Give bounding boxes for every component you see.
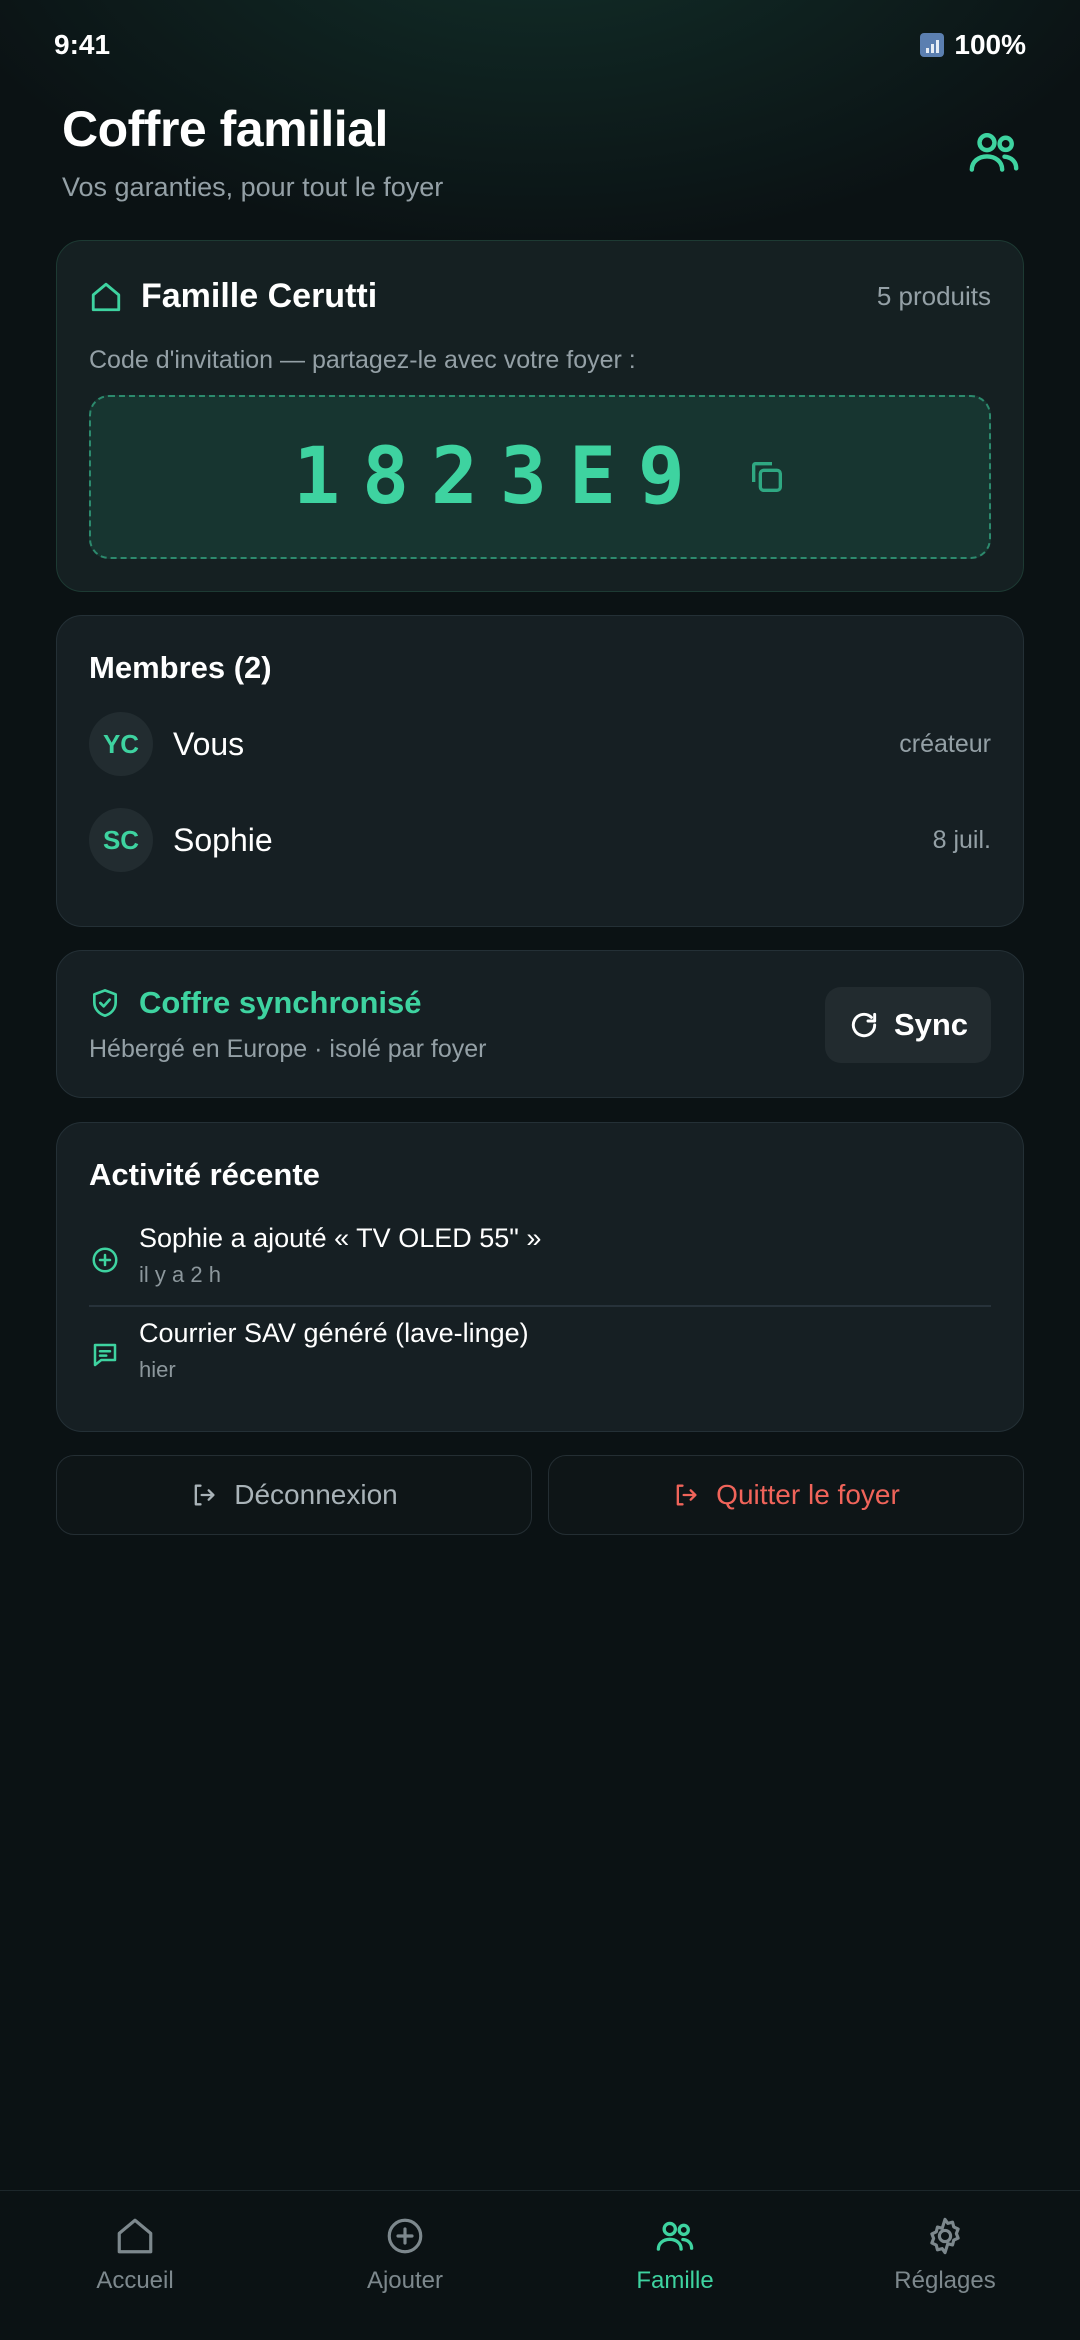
member-row[interactable]: SC Sophie 8 juil. <box>89 807 991 873</box>
tab-reglages[interactable]: Réglages <box>810 2191 1080 2340</box>
status-right: 100% <box>920 29 1026 61</box>
divider <box>89 1305 991 1307</box>
sync-subtitle: Hébergé en Europe · isolé par foyer <box>89 1035 487 1063</box>
tab-label: Accueil <box>96 2267 174 2294</box>
member-name: Sophie <box>173 821 273 858</box>
invite-code: 1823E9 <box>293 432 707 522</box>
status-bar: 9:41 100% <box>0 0 1080 90</box>
page-subtitle: Vos garanties, pour tout le foyer <box>62 172 444 202</box>
tab-accueil[interactable]: Accueil <box>0 2191 270 2340</box>
tab-ajouter[interactable]: Ajouter <box>270 2191 540 2340</box>
activity-time: hier <box>139 1357 176 1382</box>
status-time: 9:41 <box>54 29 111 60</box>
member-name: Vous <box>173 725 245 762</box>
family-card: Famille Cerutti 5 produits Code d'invita… <box>56 240 1024 592</box>
activity-item[interactable]: Courrier SAV généré (lave-linge) hier <box>89 1318 991 1398</box>
activity-text: Sophie a ajouté « TV OLED 55" » il y a 2… <box>139 1223 541 1288</box>
logout-icon <box>194 1484 215 1506</box>
activity-description: Courrier SAV généré (lave-linge) <box>139 1318 529 1348</box>
shield-check-icon <box>93 989 117 1017</box>
sync-button-label: Sync <box>893 1007 969 1042</box>
tab-label: Ajouter <box>366 2267 444 2294</box>
activity-item[interactable]: Sophie a ajouté « TV OLED 55" » il y a 2… <box>89 1223 991 1303</box>
tab-label: Réglages <box>894 2267 996 2294</box>
tab-famille[interactable]: Famille <box>540 2191 810 2340</box>
members-card: Membres (2) YC Vous créateur SC Sophie 8… <box>56 615 1024 927</box>
invite-code-box[interactable]: 1823E9 <box>89 395 991 559</box>
users-icon <box>656 2221 694 2251</box>
member-role: créateur <box>899 729 991 758</box>
activity-time: il y a 2 h <box>139 1262 221 1287</box>
page-header: Coffre familial Vos garanties, pour tout… <box>62 100 1022 203</box>
battery-level: 100% <box>954 29 1026 60</box>
member-row[interactable]: YC Vous créateur <box>89 711 991 777</box>
logout-button[interactable]: Déconnexion <box>56 1455 532 1535</box>
quit-label: Quitter le foyer <box>716 1479 900 1510</box>
users-icon[interactable] <box>966 124 1022 180</box>
home-icon <box>117 2218 153 2254</box>
activity-title: Activité récente <box>89 1157 320 1192</box>
tab-label: Famille <box>636 2267 714 2294</box>
home-icon <box>91 282 121 311</box>
sync-button[interactable]: Sync <box>825 987 991 1063</box>
sync-title-row: Coffre synchronisé <box>89 985 422 1021</box>
page-title: Coffre familial <box>62 101 388 157</box>
signal-icon <box>920 33 945 57</box>
bottom-tab-bar: Accueil Ajouter Famille Réglages <box>0 2190 1080 2340</box>
plus-circle-icon <box>92 1247 118 1273</box>
invite-label: Code d'invitation — partagez-le avec vot… <box>89 346 636 374</box>
copy-icon[interactable] <box>747 457 787 497</box>
gear-icon <box>930 2217 960 2255</box>
avatar: SC <box>89 808 153 872</box>
sync-card: Coffre synchronisé Hébergé en Europe · i… <box>56 950 1024 1098</box>
logout-label: Déconnexion <box>234 1479 398 1510</box>
avatar: YC <box>89 712 153 776</box>
family-row: Famille Cerutti 5 produits <box>89 277 991 316</box>
message-icon <box>93 1343 117 1367</box>
family-header: Famille Cerutti <box>89 277 377 316</box>
sync-status-title: Coffre synchronisé <box>139 985 422 1020</box>
plus-circle-icon <box>387 2218 423 2254</box>
activity-description: Sophie a ajouté « TV OLED 55" » <box>139 1223 542 1253</box>
members-title: Membres (2) <box>89 650 272 685</box>
quit-household-button[interactable]: Quitter le foyer <box>548 1455 1024 1535</box>
family-name: Famille Cerutti <box>141 277 378 315</box>
refresh-icon <box>851 1012 877 1038</box>
exit-icon <box>676 1484 697 1506</box>
member-joined-date: 8 juil. <box>932 825 991 854</box>
product-count: 5 produits <box>876 281 991 311</box>
activity-text: Courrier SAV généré (lave-linge) hier <box>139 1318 529 1383</box>
activity-card: Activité récente Sophie a ajouté « TV OL… <box>56 1122 1024 1432</box>
